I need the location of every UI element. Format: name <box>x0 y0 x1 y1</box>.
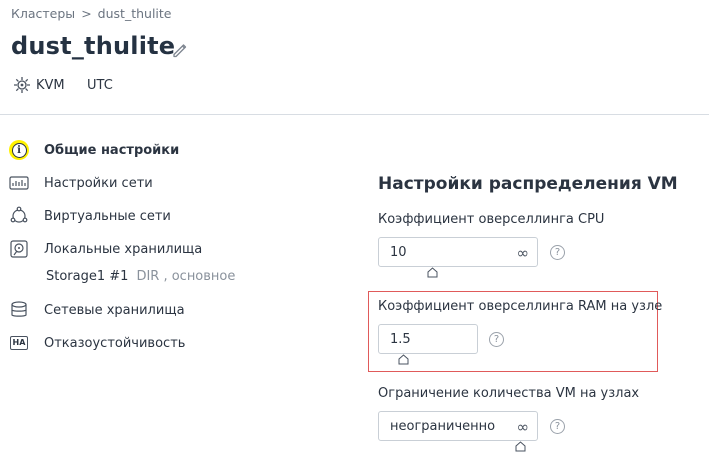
help-icon[interactable]: ? <box>550 245 565 260</box>
nav-item-label: Виртуальные сети <box>44 208 171 224</box>
edit-pencil-icon[interactable] <box>171 41 189 59</box>
active-indicator: i <box>9 140 29 160</box>
breadcrumb-current: dust_thulite <box>97 6 172 21</box>
ram-overselling-input[interactable]: 1.5 <box>378 324 478 354</box>
hypervisor-icon <box>14 77 30 93</box>
storage-name: Storage1 #1 <box>46 269 129 284</box>
cpu-overselling-label: Коэффициент оверселлинга CPU <box>378 212 605 227</box>
cpu-overselling-value: 10 <box>390 244 407 260</box>
breadcrumb-parent-link[interactable]: Кластеры <box>11 6 75 21</box>
header-divider <box>0 114 709 115</box>
slider-handle[interactable] <box>398 354 409 365</box>
nav-item-label: Настройки сети <box>44 175 153 191</box>
breadcrumb: Кластеры > dust_thulite <box>11 6 171 21</box>
nav-item-high-availability[interactable]: HA Отказоустойчивость <box>6 330 306 356</box>
nav-item-label: Отказоустойчивость <box>44 335 186 351</box>
page-title: dust_thulite <box>11 32 176 60</box>
vm-distribution-title: Настройки распределения VM <box>378 174 678 194</box>
network-icon <box>6 170 32 196</box>
nav-item-label: Сетевые хранилища <box>44 302 185 318</box>
ha-badge: HA <box>9 336 29 350</box>
ha-icon: HA <box>6 330 32 356</box>
storage-details: DIR , основное <box>136 269 236 284</box>
ram-overselling-label: Коэффициент оверселлинга RAM на узле <box>378 299 663 314</box>
ram-overselling-value: 1.5 <box>390 331 411 347</box>
breadcrumb-separator: > <box>81 6 92 21</box>
nav-item-local-storage[interactable]: Локальные хранилища <box>6 236 306 262</box>
info-icon: i <box>6 137 32 163</box>
nav-item-label: Локальные хранилища <box>44 241 203 257</box>
nav-item-general-settings[interactable]: i Общие настройки <box>6 137 306 163</box>
timezone-label: UTC <box>87 78 113 93</box>
nav-item-network-storage[interactable]: Сетевые хранилища <box>6 297 306 323</box>
network-storage-icon <box>6 297 32 323</box>
storage-sub-item[interactable]: Storage1 #1 DIR , основное <box>46 269 235 284</box>
slider-handle[interactable] <box>427 267 438 278</box>
nav-item-label: Общие настройки <box>44 142 180 158</box>
vm-limit-value: неограниченно <box>390 418 496 434</box>
vm-limit-label: Ограничение количества VM на узлах <box>378 386 640 401</box>
virtual-network-icon <box>6 203 32 229</box>
local-storage-icon <box>6 236 32 262</box>
vm-limit-input[interactable]: неограниченно ∞ <box>378 411 538 441</box>
nav-item-virtual-networks[interactable]: Виртуальные сети <box>6 203 306 229</box>
infinity-toggle-icon[interactable]: ∞ <box>517 418 530 436</box>
cpu-overselling-input[interactable]: 10 ∞ <box>378 237 538 267</box>
help-icon[interactable]: ? <box>489 332 504 347</box>
slider-handle[interactable] <box>515 441 526 452</box>
infinity-toggle-icon[interactable]: ∞ <box>517 244 530 262</box>
hypervisor-label: KVM <box>36 78 65 93</box>
help-icon[interactable]: ? <box>550 419 565 434</box>
nav-item-network-settings[interactable]: Настройки сети <box>6 170 306 196</box>
